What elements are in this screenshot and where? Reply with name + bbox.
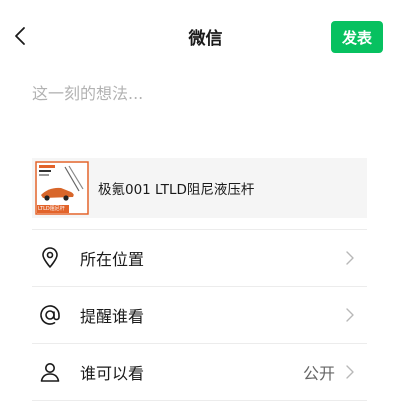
shared-link-card[interactable]: LTLD阻尼杆 极氪001 LTLD阻尼液压杆 [32, 158, 367, 218]
location-row[interactable]: 所在位置 [32, 230, 367, 286]
location-pin-icon [38, 246, 62, 270]
mention-label: 提醒谁看 [80, 307, 145, 326]
visibility-value: 公开 [302, 364, 335, 383]
top-bar: 微信 发表 [0, 0, 411, 74]
shared-link-title: 极氪001 LTLD阻尼液压杆 [98, 182, 255, 198]
chevron-right-icon [346, 251, 354, 265]
visibility-row[interactable]: 谁可以看 公开 [32, 344, 367, 400]
chevron-right-icon [346, 365, 354, 379]
thumbnail-caption: LTLD阻尼杆 [38, 206, 65, 212]
mention-row[interactable]: 提醒谁看 [32, 287, 367, 343]
divider [32, 400, 367, 401]
link-thumbnail: LTLD阻尼杆 [35, 161, 89, 215]
visibility-label: 谁可以看 [80, 364, 145, 383]
publish-button[interactable]: 发表 [331, 21, 383, 53]
location-label: 所在位置 [80, 250, 145, 269]
person-icon [38, 360, 62, 384]
at-sign-icon [38, 303, 62, 327]
thought-input[interactable] [32, 82, 368, 142]
chevron-right-icon [346, 308, 354, 322]
